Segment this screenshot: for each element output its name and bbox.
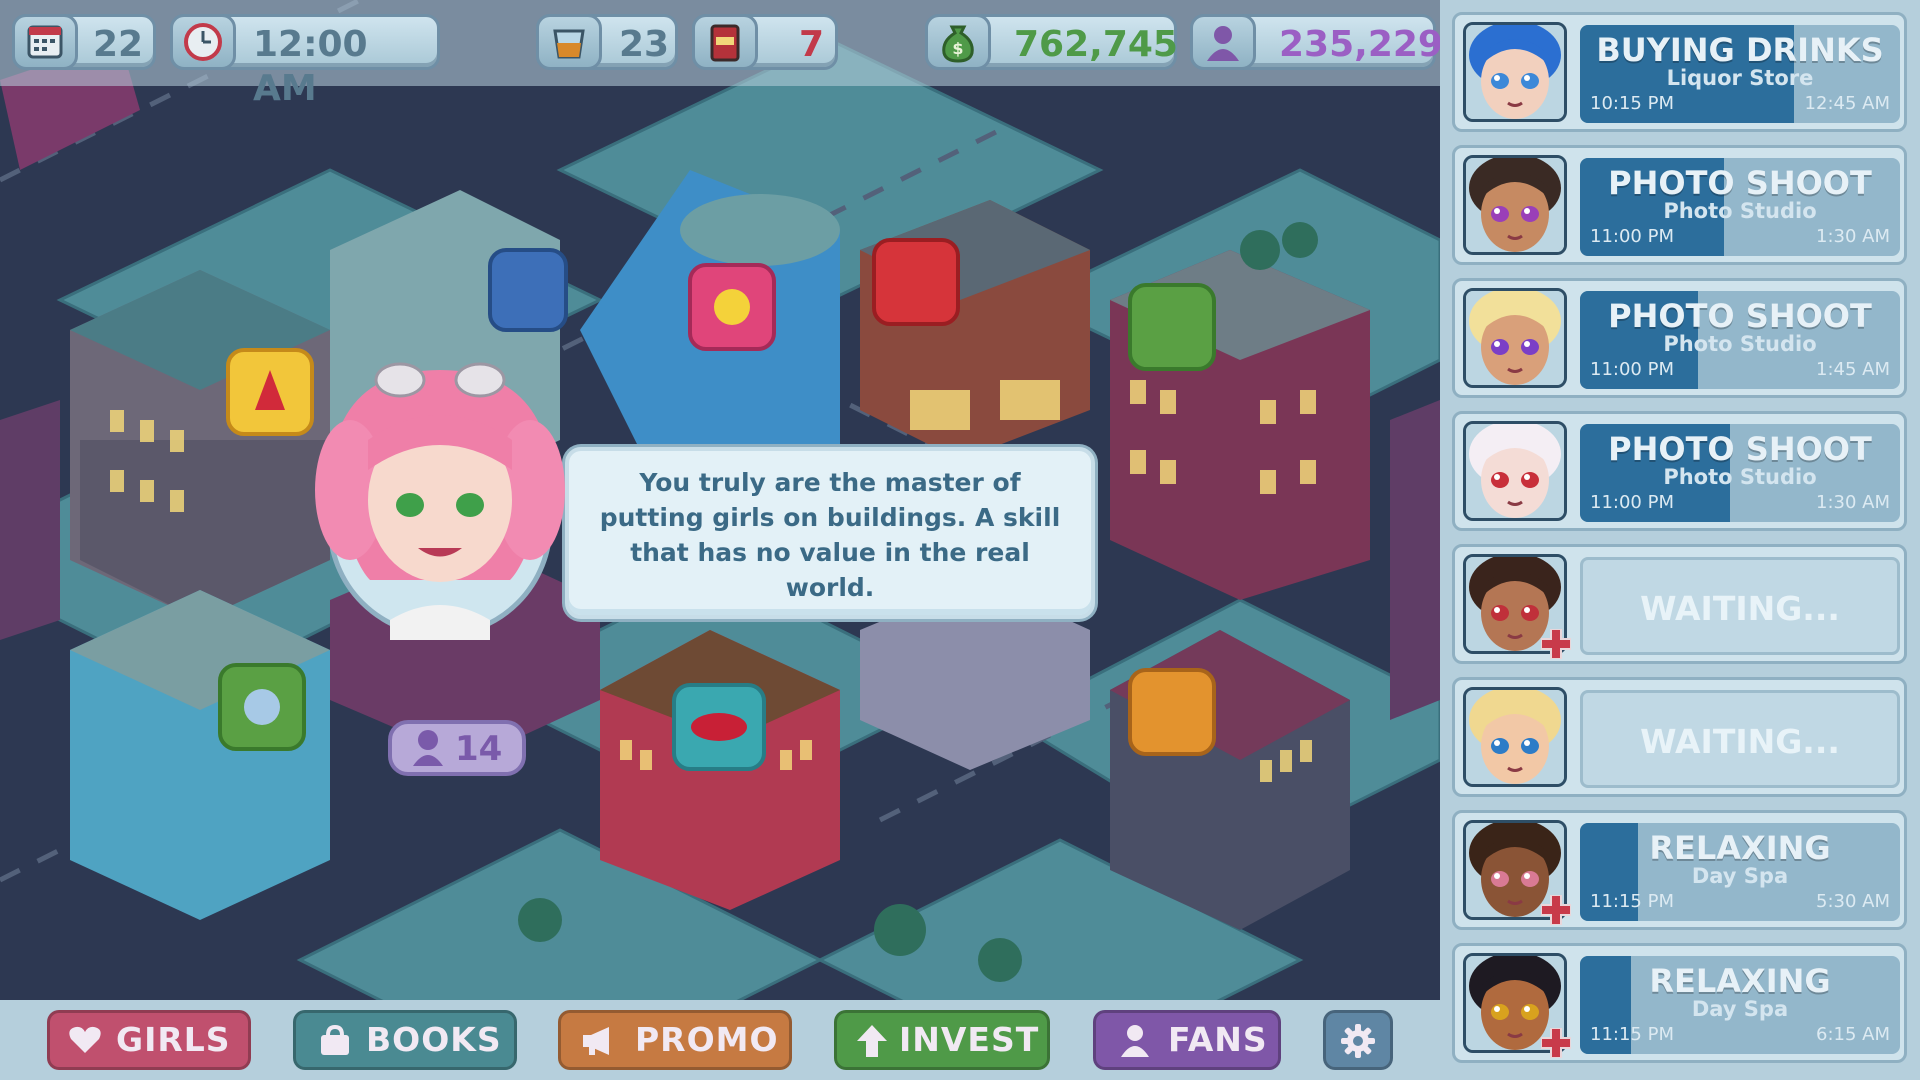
girl-task: PHOTO SHOOT Photo Studio 11:00 PM 1:30 AM [1580,424,1900,522]
girl-avatar[interactable] [1463,22,1567,122]
girl-status-card[interactable]: RELAXING Day Spa 11:15 PM 6:15 AM [1452,943,1907,1063]
task-title: RELAXING [1649,829,1831,867]
speaker-portrait [315,362,565,640]
girl-task: PHOTO SHOOT Photo Studio 11:00 PM 1:45 AM [1580,291,1900,389]
books-value: 7 [799,24,825,65]
megaphone-icon [583,1027,609,1055]
task-title: PHOTO SHOOT [1608,164,1872,202]
task-start-time: 11:00 PM [1590,359,1674,380]
task-end-time: 1:45 AM [1816,359,1890,380]
task-title: WAITING... [1640,722,1840,761]
girl-status-card[interactable]: WAITING... [1452,677,1907,797]
day-counter: 22 [12,14,156,70]
task-end-time: 12:45 AM [1804,93,1890,114]
task-title: WAITING... [1640,589,1840,628]
money-bag-icon: $ [925,14,991,70]
injury-cross-icon [1540,628,1572,660]
arrow-up-icon [857,1025,887,1057]
person-icon [1121,1025,1149,1057]
task-location: Photo Studio [1663,465,1817,489]
clock-value: 12:00 AM [253,24,368,109]
girl-status-card[interactable]: PHOTO SHOOT Photo Studio 11:00 PM 1:30 AM [1452,145,1907,265]
money-value: 762,745 [1014,24,1178,65]
task-location: Photo Studio [1663,199,1817,223]
bag-icon [321,1025,349,1055]
girl-avatar[interactable] [1463,155,1567,255]
girl-task: WAITING... [1580,690,1900,788]
task-location: Liquor Store [1666,66,1814,90]
settings-button[interactable] [1323,1010,1393,1070]
task-title: PHOTO SHOOT [1608,297,1872,335]
book-icon [692,14,758,70]
drinks-counter: 23 [536,14,678,70]
girl-avatar[interactable] [1463,687,1567,787]
day-value: 22 [93,24,144,65]
task-title: RELAXING [1649,962,1831,1000]
girls-button[interactable]: GIRLS [47,1010,251,1070]
books-counter: 7 [692,14,838,70]
girl-task: PHOTO SHOOT Photo Studio 11:00 PM 1:30 AM [1580,158,1900,256]
girl-status-card[interactable]: PHOTO SHOOT Photo Studio 11:00 PM 1:30 AM [1452,411,1907,531]
books-label: BOOKS [366,1020,502,1059]
heart-icon [69,1026,101,1053]
task-location: Day Spa [1691,997,1789,1021]
dialogue-bubble[interactable]: You truly are the master of putting girl… [565,447,1095,619]
fan-person-icon [1190,14,1256,70]
girl-task: RELAXING Day Spa 11:15 PM 6:15 AM [1580,956,1900,1054]
invest-label: INVEST [899,1020,1040,1059]
dialogue-text: You truly are the master of putting girl… [599,468,1061,602]
drinks-value: 23 [619,24,670,65]
task-title: BUYING DRINKS [1596,31,1884,69]
drink-glass-icon [536,14,602,70]
calendar-icon [12,14,78,70]
fans-counter: 235,229 [1190,14,1443,70]
task-title: PHOTO SHOOT [1608,430,1872,468]
task-start-time: 11:00 PM [1590,226,1674,247]
invest-button[interactable]: INVEST [834,1010,1050,1070]
gear-icon [1341,1024,1375,1058]
task-start-time: 10:15 PM [1590,93,1674,114]
girl-status-card[interactable]: PHOTO SHOOT Photo Studio 11:00 PM 1:45 AM [1452,278,1907,398]
task-end-time: 1:30 AM [1816,226,1890,247]
books-button[interactable]: BOOKS [293,1010,517,1070]
girl-task: RELAXING Day Spa 11:15 PM 5:30 AM [1580,823,1900,921]
clock-display: 12:00 AM [170,14,440,109]
girl-status-card[interactable]: RELAXING Day Spa 11:15 PM 5:30 AM [1452,810,1907,930]
injury-cross-icon [1540,894,1572,926]
clock-icon [170,14,236,70]
girl-status-card[interactable]: WAITING... [1452,544,1907,664]
task-location: Photo Studio [1663,332,1817,356]
map-badge-count[interactable]: 14 [455,727,502,771]
injury-cross-icon [1540,1027,1572,1059]
promo-button[interactable]: PROMO [558,1010,792,1070]
task-end-time: 6:15 AM [1816,1024,1890,1045]
task-location: Day Spa [1691,864,1789,888]
task-end-time: 5:30 AM [1816,891,1890,912]
girl-status-card[interactable]: BUYING DRINKS Liquor Store 10:15 PM 12:45 A… [1452,12,1907,132]
svg-text:$: $ [952,39,963,58]
girl-task: WAITING... [1580,557,1900,655]
girl-avatar[interactable] [1463,421,1567,521]
fans-label: FANS [1168,1020,1268,1059]
game-screen: 14 22 12:00 AM 23 7 $ 762,745 235,229 Yo… [0,0,1920,1080]
fans-value: 235,229 [1279,24,1443,65]
task-end-time: 1:30 AM [1816,492,1890,513]
girl-task: BUYING DRINKS Liquor Store 10:15 PM 12:45 A… [1580,25,1900,123]
money-counter: $ 762,745 [925,14,1178,70]
promo-label: PROMO [635,1020,779,1059]
girls-label: GIRLS [116,1020,231,1059]
task-start-time: 11:15 PM [1590,891,1674,912]
fans-button[interactable]: FANS [1093,1010,1281,1070]
task-start-time: 11:00 PM [1590,492,1674,513]
task-start-time: 11:15 PM [1590,1024,1674,1045]
girl-avatar[interactable] [1463,288,1567,388]
